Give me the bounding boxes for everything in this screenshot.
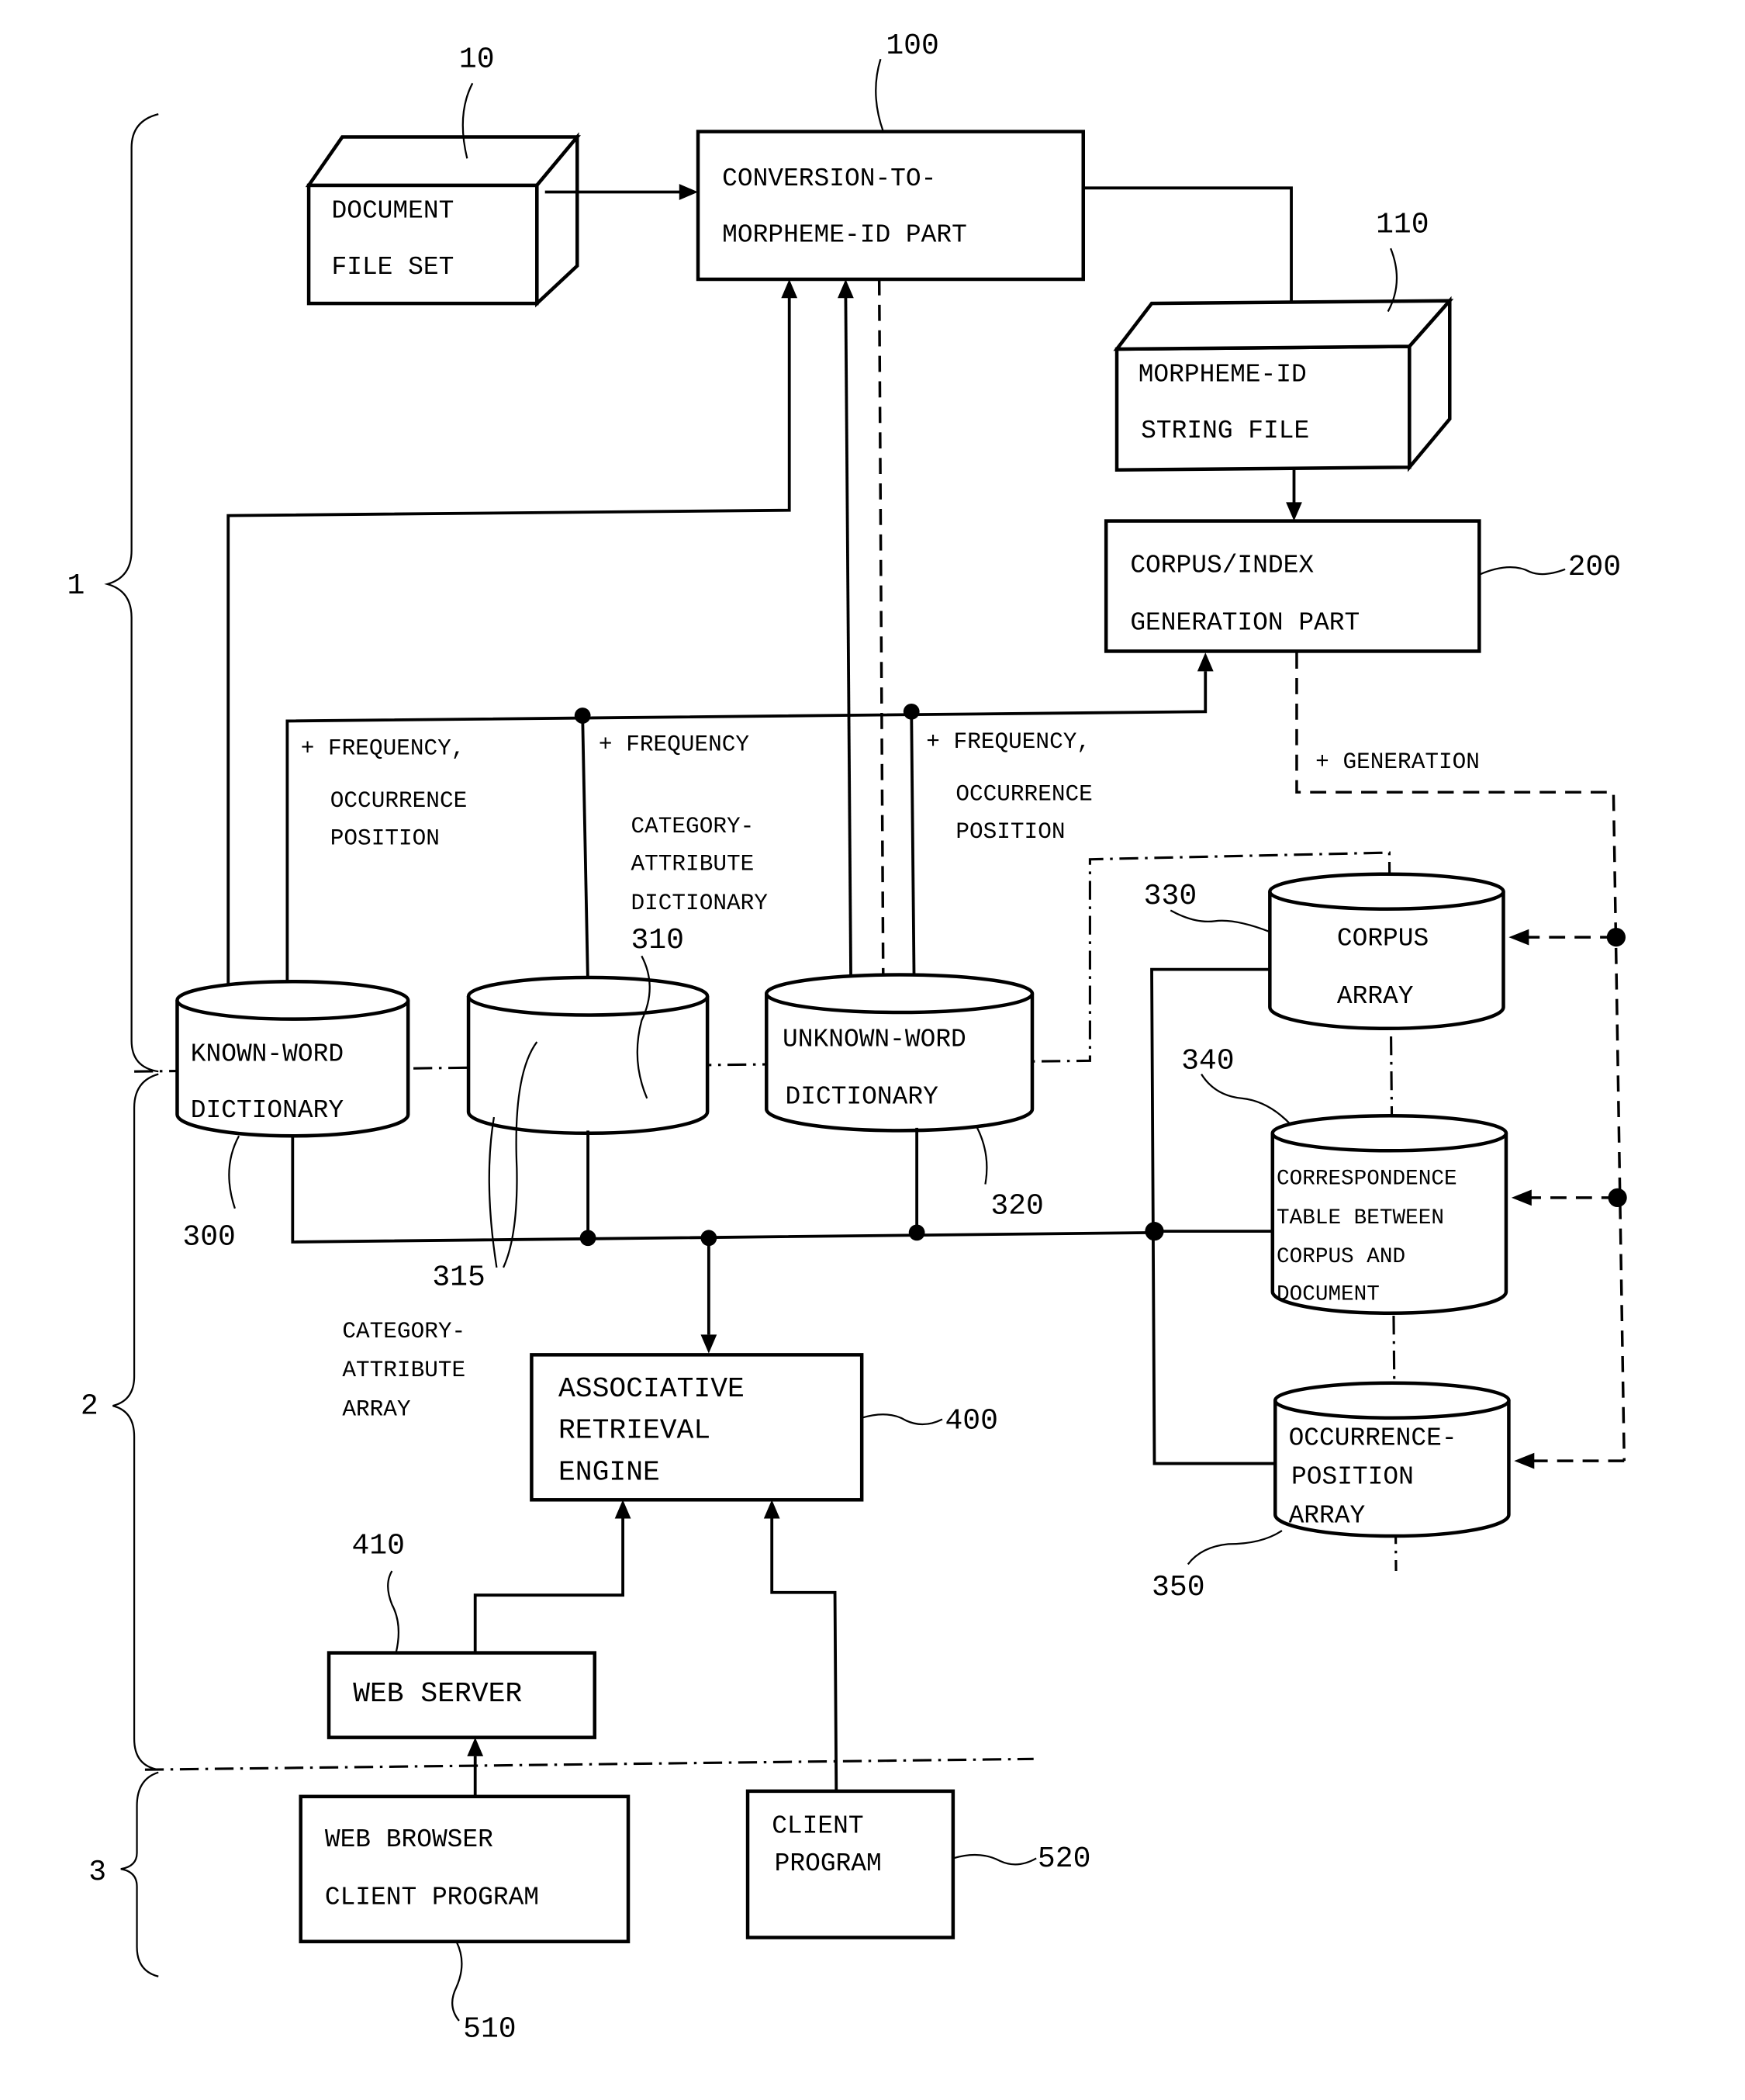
- junction-dot: [579, 1230, 596, 1247]
- annotation-unknown-frequency: + FREQUENCY, OCCURRENCE POSITION: [926, 729, 1093, 845]
- svg-text:OCCURRENCE: OCCURRENCE: [955, 782, 1092, 808]
- ref-315: 315: [432, 1261, 485, 1294]
- svg-text:CATEGORY-: CATEGORY-: [342, 1319, 465, 1344]
- ref-320: 320: [990, 1190, 1044, 1223]
- unknown-word-dictionary: UNKNOWN-WORD DICTIONARY: [765, 973, 1035, 1133]
- svg-text:DOCUMENT: DOCUMENT: [332, 196, 454, 225]
- client-program: CLIENT PROGRAM: [745, 1789, 955, 1939]
- svg-text:WEB BROWSER: WEB BROWSER: [325, 1825, 493, 1854]
- annotation-category-frequency: + FREQUENCY: [599, 732, 749, 758]
- section-label-1: 1: [67, 569, 85, 603]
- svg-text:DICTIONARY: DICTIONARY: [786, 1083, 939, 1112]
- ref-510: 510: [463, 2013, 517, 2046]
- svg-text:+ FREQUENCY,: + FREQUENCY,: [926, 729, 1090, 755]
- section-brace-1: 1: [67, 113, 159, 1073]
- svg-text:CLIENT: CLIENT: [772, 1812, 863, 1841]
- document-file-set: DOCUMENT FILE SET: [305, 132, 582, 308]
- svg-text:POSITION: POSITION: [330, 826, 440, 852]
- ref-300: 300: [182, 1220, 236, 1254]
- correspondence-table: CORRESPONDENCE TABLE BETWEEN CORPUS AND …: [1270, 1114, 1508, 1315]
- category-attribute-dictionary-label: CATEGORY- ATTRIBUTE DICTIONARY: [631, 814, 768, 916]
- svg-text:+ FREQUENCY,: + FREQUENCY,: [301, 736, 465, 762]
- svg-text:STRING FILE: STRING FILE: [1141, 417, 1309, 445]
- svg-text:KNOWN-WORD: KNOWN-WORD: [191, 1040, 344, 1068]
- svg-text:MORPHEME-ID: MORPHEME-ID: [1139, 361, 1307, 389]
- svg-text:UNKNOWN-WORD: UNKNOWN-WORD: [783, 1025, 966, 1053]
- svg-text:WEB SERVER: WEB SERVER: [353, 1678, 522, 1710]
- ref-100: 100: [886, 29, 939, 63]
- svg-text:ENGINE: ENGINE: [558, 1456, 660, 1488]
- ref-10: 10: [459, 43, 495, 77]
- svg-text:ATTRIBUTE: ATTRIBUTE: [342, 1358, 465, 1383]
- web-browser-client-program: WEB BROWSER CLIENT PROGRAM: [299, 1794, 631, 1943]
- svg-text:TABLE BETWEEN: TABLE BETWEEN: [1277, 1206, 1444, 1230]
- svg-text:ASSOCIATIVE: ASSOCIATIVE: [558, 1373, 745, 1405]
- section-brace-2: 2: [81, 1073, 159, 1771]
- conversion-to-morpheme-id-part: CONVERSION-TO- MORPHEME-ID PART: [696, 130, 1086, 282]
- ref-520: 520: [1038, 1842, 1091, 1876]
- ref-310: 310: [631, 924, 684, 957]
- ref-340: 340: [1181, 1045, 1235, 1078]
- svg-text:ARRAY: ARRAY: [342, 1396, 411, 1422]
- svg-text:POSITION: POSITION: [955, 819, 1065, 845]
- section-label-2: 2: [81, 1390, 98, 1424]
- svg-text:RETRIEVAL: RETRIEVAL: [558, 1415, 710, 1447]
- svg-text:CLIENT PROGRAM: CLIENT PROGRAM: [325, 1883, 539, 1911]
- svg-text:CORPUS AND: CORPUS AND: [1277, 1245, 1405, 1269]
- svg-text:DICTIONARY: DICTIONARY: [191, 1096, 344, 1125]
- corpus-index-generation-part: CORPUS/INDEX GENERATION PART: [1104, 519, 1481, 653]
- svg-text:+ FREQUENCY: + FREQUENCY: [599, 732, 749, 758]
- svg-text:FILE SET: FILE SET: [332, 253, 454, 282]
- svg-text:GENERATION PART: GENERATION PART: [1130, 609, 1360, 638]
- ref-110: 110: [1376, 208, 1429, 241]
- svg-text:ARRAY: ARRAY: [1289, 1502, 1366, 1531]
- system-block-diagram: 1 2 3 DOCUMENT FILE SET 10 CONVERSION-TO…: [67, 29, 1627, 2046]
- svg-text:OCCURRENCE: OCCURRENCE: [330, 788, 467, 814]
- svg-text:CORPUS: CORPUS: [1337, 924, 1429, 953]
- morpheme-id-string-file: MORPHEME-ID STRING FILE: [1113, 296, 1454, 472]
- svg-text:PROGRAM: PROGRAM: [775, 1849, 882, 1878]
- annotation-generation: + GENERATION: [1315, 749, 1480, 775]
- web-server: WEB SERVER: [327, 1651, 596, 1739]
- svg-text:CORRESPONDENCE: CORRESPONDENCE: [1277, 1168, 1457, 1192]
- section-label-3: 3: [88, 1856, 106, 1889]
- ref-200: 200: [1568, 551, 1622, 584]
- section-brace-3: 3: [88, 1771, 159, 1977]
- associative-retrieval-engine: ASSOCIATIVE RETRIEVAL ENGINE: [530, 1353, 864, 1502]
- section-divider-2-3: [144, 1757, 1034, 1771]
- svg-text:+ GENERATION: + GENERATION: [1315, 749, 1480, 775]
- ref-350: 350: [1152, 1571, 1205, 1604]
- svg-text:ATTRIBUTE: ATTRIBUTE: [631, 852, 754, 877]
- annotation-known-frequency: + FREQUENCY, OCCURRENCE POSITION: [301, 736, 468, 852]
- svg-text:POSITION: POSITION: [1291, 1463, 1414, 1492]
- svg-text:CORPUS/INDEX: CORPUS/INDEX: [1130, 551, 1314, 579]
- known-word-dictionary: KNOWN-WORD DICTIONARY: [175, 979, 410, 1138]
- svg-text:ARRAY: ARRAY: [1337, 982, 1414, 1011]
- svg-text:DOCUMENT: DOCUMENT: [1277, 1282, 1380, 1306]
- ref-400: 400: [945, 1405, 998, 1438]
- svg-text:OCCURRENCE-: OCCURRENCE-: [1289, 1424, 1457, 1452]
- category-attribute-dictionary: [466, 975, 710, 1136]
- junction-dot: [908, 1224, 925, 1241]
- ref-330: 330: [1144, 880, 1197, 913]
- svg-text:MORPHEME-ID PART: MORPHEME-ID PART: [722, 221, 967, 250]
- occurrence-position-array: OCCURRENCE- POSITION ARRAY: [1273, 1381, 1511, 1538]
- ref-410: 410: [351, 1530, 405, 1563]
- category-attribute-array-label: CATEGORY- ATTRIBUTE ARRAY: [342, 1319, 465, 1422]
- corpus-array: CORPUS ARRAY: [1268, 872, 1505, 1031]
- svg-text:CONVERSION-TO-: CONVERSION-TO-: [722, 164, 936, 193]
- svg-text:CATEGORY-: CATEGORY-: [631, 814, 754, 839]
- svg-text:DICTIONARY: DICTIONARY: [631, 891, 768, 916]
